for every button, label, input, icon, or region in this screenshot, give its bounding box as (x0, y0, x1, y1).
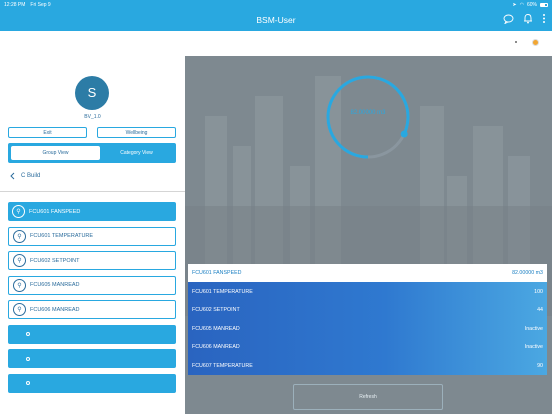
battery-percent: 60% (526, 1, 537, 8)
back-link[interactable]: C Build (10, 172, 40, 180)
sidebar-item-label: FCU602 SETPOINT (30, 257, 80, 264)
gauge-value: 82.00000 m3 (350, 110, 386, 116)
sensor-icon: ⚲ (13, 254, 26, 267)
nav-bar: BSM-User (0, 9, 552, 31)
sidebar-item[interactable] (8, 349, 176, 368)
reading-row[interactable]: FCU606 MANREAD Inactive (188, 338, 547, 356)
app-title: BSM-User (256, 15, 296, 25)
bell-icon[interactable] (523, 13, 533, 24)
reading-name: FCU605 MANREAD (192, 325, 240, 332)
sidebar-item[interactable]: ⚲ FCU602 SETPOINT (8, 251, 176, 270)
reading-value: 90 (537, 362, 543, 369)
sidebar-item-label: FCU601 FANSPEED (29, 208, 81, 215)
sidebar-item[interactable]: ⚲ FCU605 MANREAD (8, 275, 176, 295)
status-date: Fri Sep 9 (30, 1, 51, 8)
sub-toolbar (0, 31, 552, 56)
sidebar-item[interactable] (8, 324, 176, 344)
reading-name: FCU606 MANREAD (192, 344, 240, 350)
gauge (326, 75, 410, 159)
divider (0, 191, 185, 192)
item-icon (26, 332, 30, 336)
reading-row[interactable]: FCU601 TEMPERATURE 100 (188, 283, 547, 301)
sensor-icon: ⚲ (13, 278, 26, 292)
readings-table: FCU601 FANSPEED 82.00000 m3 FCU601 TEMPERA… (188, 264, 547, 375)
reading-row[interactable]: FCU601 FANSPEED 82.00000 m3 (188, 264, 547, 282)
reading-name: FCU601 FANSPEED (192, 270, 242, 276)
view-toggle: Group View Category View (8, 143, 176, 163)
reading-row[interactable]: FCU605 MANREAD Inactive (188, 320, 547, 338)
chevron-left-icon (10, 172, 15, 180)
more-vertical-icon[interactable] (542, 13, 546, 24)
sidebar-item-label: FCU605 MANREAD (30, 282, 80, 288)
status-time: 12:28 PM (4, 1, 26, 8)
dot-indicator (515, 41, 517, 43)
main-panel: 82.00000 m3 FCU601 FANSPEED 82.00000 m3 FC… (185, 56, 552, 414)
reading-value: Inactive (524, 325, 543, 332)
sidebar-item[interactable]: ⚲ FCU606 MANREAD (8, 300, 176, 319)
sidebar-item[interactable]: ⚲ FCU601 FANSPEED (8, 202, 176, 221)
refresh-button[interactable]: Refresh (293, 384, 443, 410)
sensor-icon: ⚲ (12, 205, 25, 218)
back-label: C Build (21, 173, 41, 179)
avatar[interactable]: S (75, 76, 109, 110)
battery-icon (540, 2, 548, 7)
status-bar: 12:28 PM Fri Sep 9 ➤ ◠ 60% (0, 0, 552, 9)
location-icon: ➤ (512, 1, 517, 8)
item-icon (26, 356, 30, 361)
sensor-icon: ⚲ (13, 229, 26, 243)
sidebar-item[interactable] (8, 373, 176, 393)
wellbeing-button[interactable]: Wellbeing (97, 127, 176, 138)
sidebar: S BV_1.0 Exit Wellbeing Group View Categ… (0, 56, 185, 414)
wifi-icon: ◠ (519, 1, 524, 8)
sidebar-item-label: FCU601 TEMPERATURE (30, 233, 94, 239)
user-badge-icon[interactable] (532, 39, 539, 46)
sidebar-item[interactable]: ⚲ FCU601 TEMPERATURE (8, 226, 176, 246)
reading-name: FCU601 TEMPERATURE (192, 288, 253, 295)
sidebar-item-label: FCU606 MANREAD (30, 306, 80, 313)
item-icon (26, 381, 30, 385)
reading-value: 44 (537, 307, 543, 313)
exit-button[interactable]: Exit (8, 127, 87, 138)
category-view-tab[interactable]: Category View (100, 146, 173, 160)
group-view-tab[interactable]: Group View (11, 146, 100, 160)
reading-value: 100 (534, 288, 543, 295)
chat-icon[interactable] (503, 14, 514, 24)
reading-name: FCU602 SETPOINT (192, 307, 240, 313)
reading-value: 82.00000 m3 (512, 270, 543, 276)
reading-row[interactable]: FCU602 SETPOINT 44 (188, 301, 547, 319)
sensor-icon: ⚲ (13, 303, 26, 316)
reading-row[interactable]: FCU607 TEMPERATURE 90 (188, 357, 547, 375)
reading-name: FCU607 TEMPERATURE (192, 362, 253, 369)
user-name: BV_1.0 (84, 114, 101, 120)
reading-value: Inactive (524, 344, 543, 350)
